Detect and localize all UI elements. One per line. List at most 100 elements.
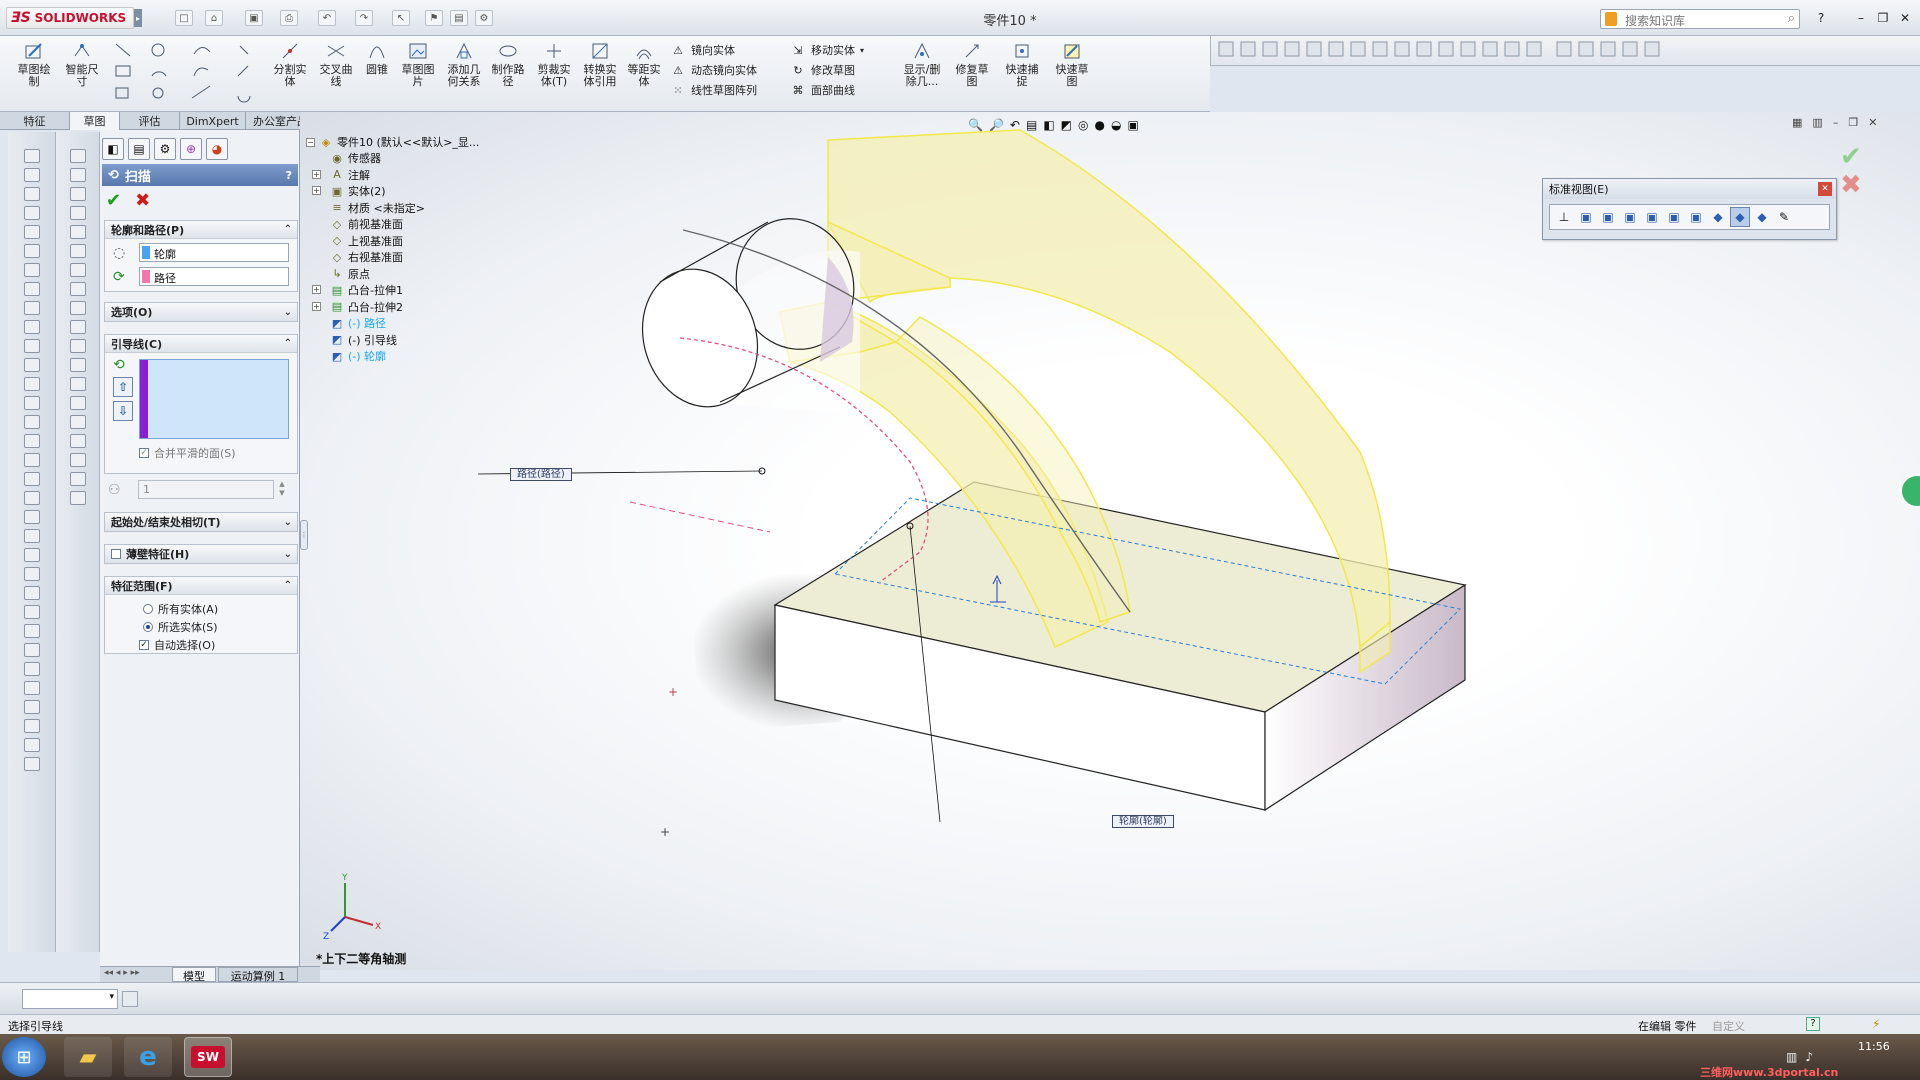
- view-selector-icon[interactable]: ✎: [1774, 207, 1794, 227]
- back-view-icon[interactable]: ▣: [1598, 207, 1618, 227]
- thin-feature-checkbox[interactable]: [111, 549, 121, 559]
- expand-icon[interactable]: +: [312, 301, 321, 311]
- solidworks-taskbar-button[interactable]: SW: [184, 1037, 232, 1077]
- display-delete-relations-button[interactable]: 显示/删 除几...: [900, 40, 944, 88]
- tree-item[interactable]: ◇ 上视基准面: [330, 233, 403, 249]
- panel-splitter-handle[interactable]: ⋮: [300, 520, 308, 550]
- tangency-header[interactable]: 起始处/结束处相切(T) ⌄: [105, 513, 297, 531]
- quick-snaps-button[interactable]: 快速捕 捉: [1002, 40, 1042, 88]
- search-knowledge-input[interactable]: 搜索知识库 ⌕: [1600, 9, 1800, 29]
- options-icon[interactable]: ⚙: [475, 10, 493, 26]
- move-entities-button[interactable]: ⇲ 移动实体 ▾: [790, 40, 890, 60]
- dimxpert-manager-tab-icon[interactable]: ⊕: [180, 138, 202, 160]
- right-view-icon[interactable]: ▣: [1642, 207, 1662, 227]
- tree-item[interactable]: + ▤ 凸台-拉伸2: [312, 299, 403, 315]
- select-icon[interactable]: ↖: [392, 10, 410, 26]
- standard-views-close-icon[interactable]: ✕: [1818, 182, 1832, 196]
- expand-icon[interactable]: +: [312, 169, 321, 179]
- tree-root[interactable]: − ◈ 零件10 (默认<<默认>_显...: [306, 134, 479, 150]
- open-file-icon[interactable]: ⌂: [205, 10, 223, 26]
- tree-item[interactable]: ◩ (-) 轮廓: [330, 348, 386, 364]
- solidworks-logo[interactable]: ƎS SOLIDWORKS: [6, 7, 134, 29]
- tree-item[interactable]: + ▤ 凸台-拉伸1: [312, 282, 403, 298]
- help-icon[interactable]: ?: [286, 169, 292, 182]
- path-callout-label[interactable]: 路径(路径): [510, 468, 572, 481]
- merge-smooth-faces-checkbox[interactable]: ✓ 合并平滑的面(S): [139, 445, 236, 461]
- feature-manager-tab-icon[interactable]: ◧: [102, 138, 124, 160]
- close-button[interactable]: ✕: [1894, 9, 1916, 27]
- restore-button[interactable]: ❐: [1872, 9, 1894, 27]
- top-view-icon[interactable]: ▣: [1664, 207, 1684, 227]
- normal-to-view-icon[interactable]: ⊥: [1554, 207, 1574, 227]
- tab-motion-study[interactable]: 运动算例 1: [218, 967, 298, 983]
- profile-path-header[interactable]: 轮廓和路径(P) ⌃: [105, 221, 297, 239]
- tree-item[interactable]: ◇ 右视基准面: [330, 249, 403, 265]
- configuration-manager-tab-icon[interactable]: ⚙: [154, 138, 176, 160]
- tree-item[interactable]: ◩ (-) 路径: [330, 315, 386, 331]
- collapse-icon[interactable]: −: [306, 137, 315, 147]
- sketch-tools-icons[interactable]: [1211, 36, 1751, 64]
- profile-callout-label[interactable]: 轮廓(轮廓): [1112, 815, 1174, 828]
- conic-button[interactable]: 圆锥: [362, 40, 392, 76]
- tab-scroll-icons[interactable]: ◂◂ ◂ ▸ ▸▸: [104, 968, 140, 978]
- profile-selection-box[interactable]: 轮廓: [139, 243, 289, 262]
- search-icon[interactable]: ⌕: [1788, 11, 1795, 26]
- guide-count-spinner[interactable]: ▲ ▼: [276, 480, 288, 499]
- options-header[interactable]: 选项(O) ⌄: [105, 303, 297, 321]
- face-curves-button[interactable]: ⌘ 面部曲线: [790, 80, 890, 100]
- start-button[interactable]: ⊞: [2, 1037, 46, 1077]
- explorer-taskbar-button[interactable]: ▰: [64, 1037, 112, 1077]
- expand-icon[interactable]: +: [312, 285, 321, 294]
- split-entities-button[interactable]: 分割实 体: [272, 40, 308, 88]
- feature-scope-header[interactable]: 特征范围(F) ⌃: [105, 577, 297, 595]
- chevron-down-icon[interactable]: ▾: [860, 46, 864, 55]
- volume-icon[interactable]: ♪: [1805, 1050, 1813, 1064]
- tree-item[interactable]: + A 注解: [312, 167, 370, 183]
- mirror-entities-button[interactable]: ⚠ 镜向实体: [670, 40, 780, 60]
- modify-sketch-button[interactable]: ↻ 修改草图: [790, 60, 890, 80]
- selected-bodies-radio[interactable]: 所选实体(S): [143, 619, 218, 635]
- isometric-view-icon[interactable]: ◆: [1708, 207, 1728, 227]
- all-bodies-radio[interactable]: 所有实体(A): [143, 601, 218, 617]
- help-button[interactable]: ?: [1810, 9, 1832, 27]
- rapid-sketch-button[interactable]: 快速草 图: [1050, 40, 1094, 88]
- tab-evaluate[interactable]: 评估: [120, 112, 180, 130]
- rebuild-icon[interactable]: ⚑: [425, 10, 443, 26]
- offset-entities-button[interactable]: 等距实 体: [626, 40, 662, 88]
- model-view[interactable]: + + Y X Z: [300, 112, 1920, 970]
- graphics-area[interactable]: 🔍 🔎 ↶ ▤ ◧ ◩ ◎ ● ◒ ▣ ▦ ▥ – ❐ ✕ ✔ ✖ + + Y …: [300, 112, 1920, 970]
- linear-pattern-button[interactable]: ⁙ 线性草图阵列: [670, 80, 780, 100]
- intersection-curve-button[interactable]: 交叉曲 线: [316, 40, 356, 88]
- bottom-view-icon[interactable]: ▣: [1686, 207, 1706, 227]
- property-manager-tab-icon[interactable]: ▤: [128, 138, 150, 160]
- tab-model[interactable]: 模型: [172, 967, 216, 983]
- bottom-toolbar-icon[interactable]: [122, 991, 138, 1007]
- front-view-icon[interactable]: ▣: [1576, 207, 1596, 227]
- tree-item[interactable]: ◇ 前视基准面: [330, 216, 403, 232]
- guide-count-field[interactable]: 1: [138, 480, 274, 499]
- smart-dimension-button[interactable]: 智能尺 寸: [62, 40, 102, 88]
- expand-icon[interactable]: +: [312, 186, 321, 195]
- repair-sketch-button[interactable]: 修复草 图: [952, 40, 992, 88]
- minimize-button[interactable]: –: [1850, 9, 1872, 27]
- add-relation-button[interactable]: 添加几 何关系: [444, 40, 484, 88]
- auto-select-checkbox[interactable]: ✓ 自动选择(O): [139, 637, 215, 653]
- sketch-button[interactable]: 草图绘 制: [14, 40, 54, 88]
- rebuild-status-icon[interactable]: ⚡: [1872, 1017, 1880, 1031]
- tree-item[interactable]: + ▣ 实体(2): [312, 183, 386, 199]
- save-icon[interactable]: ▣: [245, 10, 263, 26]
- convert-entities-button[interactable]: 转换实 体引用: [580, 40, 620, 88]
- guide-curves-list[interactable]: [139, 359, 289, 439]
- file-properties-icon[interactable]: ▤: [450, 10, 468, 26]
- make-path-button[interactable]: 制作路 径: [490, 40, 526, 88]
- tree-item[interactable]: ≡ 材质 <未指定>: [330, 200, 425, 216]
- menu-expand-icon[interactable]: ▸: [134, 9, 142, 27]
- dynamic-mirror-button[interactable]: ⚠ 动态镜向实体: [670, 60, 780, 80]
- cancel-button[interactable]: ✖: [135, 190, 150, 211]
- dimetric-view-icon[interactable]: ◆: [1752, 207, 1772, 227]
- left-toolbar-secondary-icons[interactable]: [56, 132, 99, 505]
- bottom-dropdown[interactable]: ▾: [22, 989, 118, 1009]
- guide-curves-header[interactable]: 引导线(C) ⌃: [105, 335, 297, 353]
- display-manager-tab-icon[interactable]: ◕: [206, 138, 228, 160]
- move-down-button[interactable]: ⇩: [113, 401, 133, 421]
